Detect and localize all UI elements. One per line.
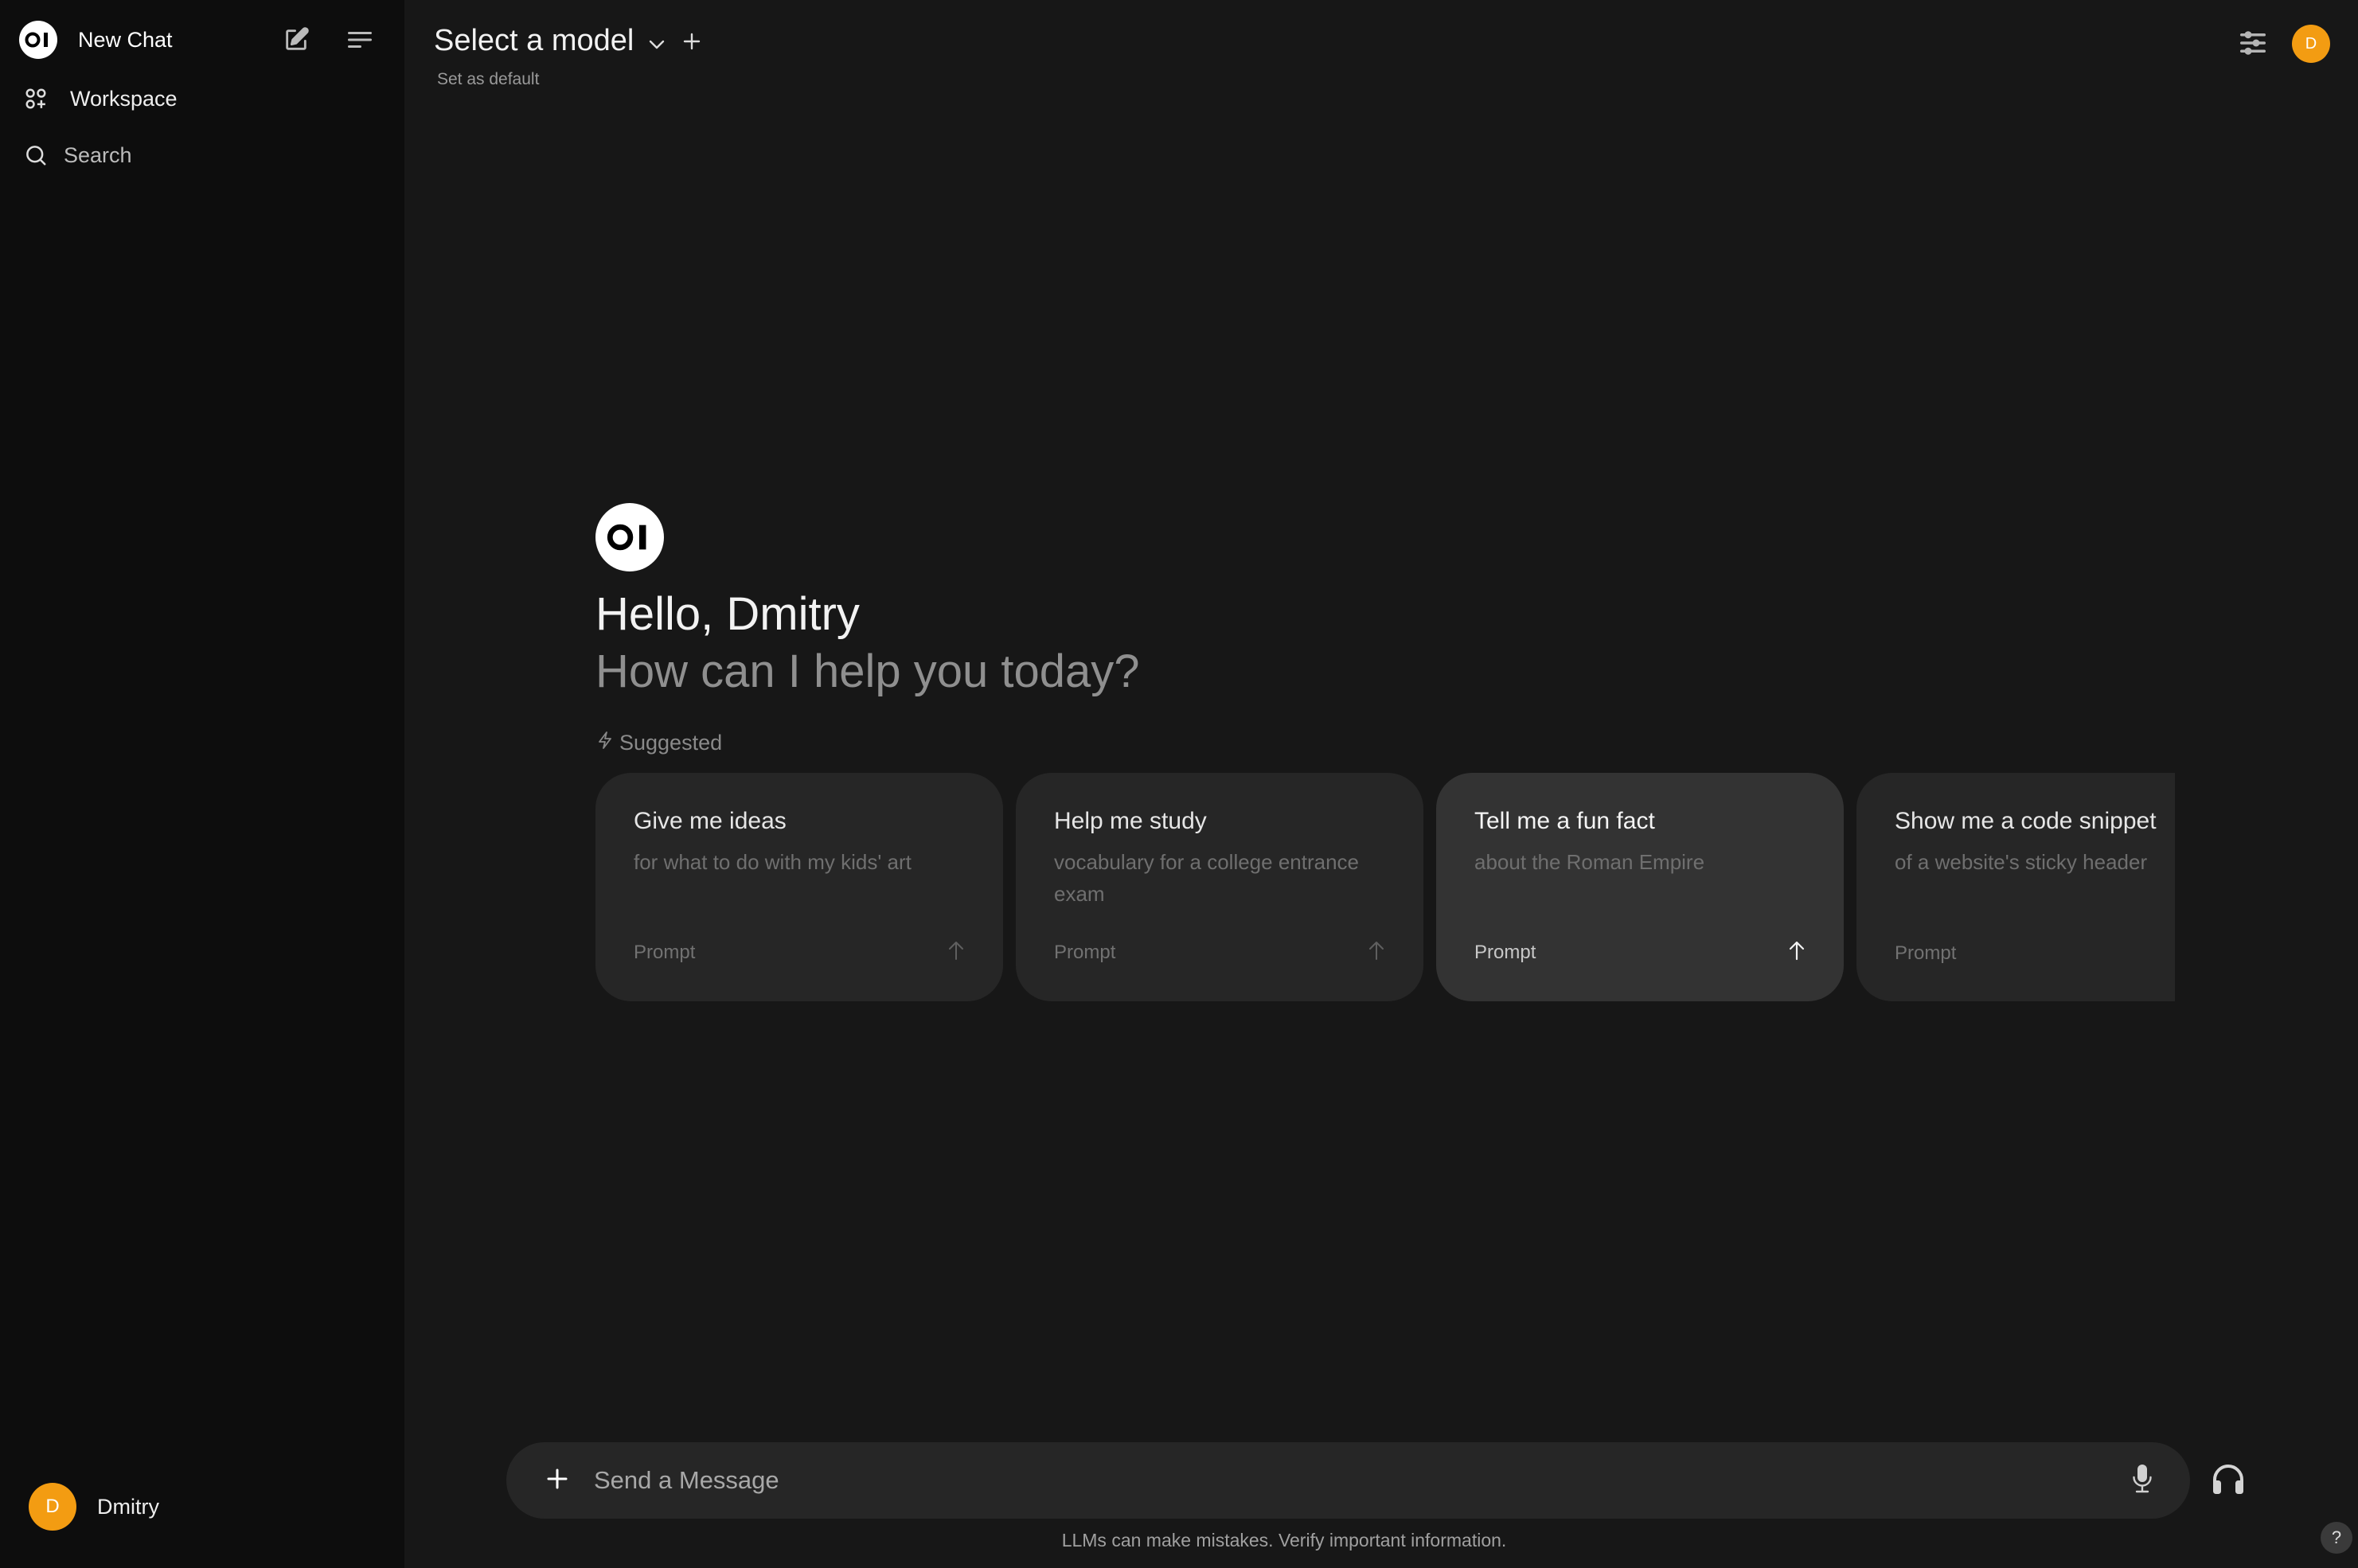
sidebar-item-label: Search bbox=[64, 142, 132, 167]
suggestion-card[interactable]: Show me a code snippet of a website's st… bbox=[1856, 773, 2175, 1001]
arrow-up-icon bbox=[1368, 940, 1385, 965]
greeting-subtitle: How can I help you today? bbox=[595, 646, 1140, 697]
message-input[interactable] bbox=[592, 1465, 2123, 1496]
attach-button[interactable] bbox=[538, 1461, 576, 1500]
new-chat-label: New Chat bbox=[78, 27, 173, 52]
new-chat-button[interactable] bbox=[279, 24, 314, 59]
suggested-heading: Suggested bbox=[597, 731, 722, 755]
voice-mode-button[interactable] bbox=[2212, 1463, 2251, 1500]
suggestion-title: Tell me a fun fact bbox=[1474, 808, 1655, 834]
suggestion-tag: Prompt bbox=[634, 941, 696, 963]
suggestion-tag: Prompt bbox=[1474, 941, 1536, 963]
sidebar-item-workspace[interactable]: Workspace bbox=[24, 83, 178, 115]
suggestion-title: Show me a code snippet bbox=[1895, 808, 2157, 834]
arrow-up-icon bbox=[1788, 940, 1806, 965]
controls-button[interactable] bbox=[2239, 29, 2267, 57]
suggestion-title: Give me ideas bbox=[634, 808, 787, 834]
add-model-button[interactable] bbox=[683, 24, 701, 58]
suggestion-card[interactable]: Help me study vocabulary for a college e… bbox=[1016, 773, 1423, 1001]
chevron-down-icon bbox=[648, 24, 666, 58]
suggestion-subtitle: vocabulary for a college entrance exam bbox=[1054, 850, 1360, 906]
model-logo bbox=[595, 503, 664, 571]
suggestion-subtitle: for what to do with my kids' art bbox=[634, 850, 912, 874]
sliders-icon bbox=[2239, 31, 2267, 60]
sidebar-item-search[interactable]: Search bbox=[24, 139, 132, 171]
user-menu-button[interactable]: D Dmitry bbox=[29, 1483, 159, 1531]
plus-icon bbox=[547, 1469, 568, 1493]
suggestion-tag: Prompt bbox=[1054, 941, 1116, 963]
bolt-icon bbox=[597, 731, 619, 755]
app-logo-icon bbox=[595, 503, 664, 571]
model-selector-label: Select a model bbox=[434, 24, 634, 57]
disclaimer-text: LLMs can make mistakes. Verify important… bbox=[1061, 1530, 1507, 1550]
suggestion-list: Give me ideas for what to do with my kid… bbox=[595, 773, 2175, 1001]
user-name: Dmitry bbox=[97, 1494, 159, 1519]
search-icon bbox=[24, 143, 49, 167]
headphones-icon bbox=[2212, 1465, 2245, 1498]
profile-avatar-button[interactable]: D bbox=[2292, 25, 2330, 63]
suggestion-subtitle: of a website's sticky header bbox=[1895, 850, 2148, 874]
app-logo-icon bbox=[19, 21, 57, 59]
set-as-default-link[interactable]: Set as default bbox=[437, 70, 539, 89]
message-composer bbox=[506, 1442, 2190, 1519]
sidebar: New Chat Workspace Search D Dmitry bbox=[0, 0, 404, 1568]
help-button[interactable]: ? bbox=[2321, 1522, 2352, 1554]
suggestion-card[interactable]: Tell me a fun fact about the Roman Empir… bbox=[1436, 773, 1844, 1001]
suggestion-card[interactable]: Give me ideas for what to do with my kid… bbox=[595, 773, 1003, 1001]
sidebar-item-label: Workspace bbox=[70, 86, 178, 111]
suggestion-subtitle: about the Roman Empire bbox=[1474, 850, 1705, 874]
suggestion-tag: Prompt bbox=[1895, 942, 1957, 964]
avatar: D bbox=[29, 1483, 76, 1531]
arrow-up-icon bbox=[947, 940, 965, 965]
suggestion-title: Help me study bbox=[1054, 808, 1207, 834]
model-selector[interactable]: Select a model bbox=[434, 24, 701, 58]
new-chat-link[interactable]: New Chat bbox=[19, 21, 173, 59]
edit-icon bbox=[283, 26, 310, 57]
workspace-icon bbox=[24, 87, 49, 111]
greeting-title: Hello, Dmitry bbox=[595, 588, 860, 640]
menu-icon bbox=[346, 29, 373, 54]
suggested-label: Suggested bbox=[619, 731, 723, 755]
toggle-sidebar-button[interactable] bbox=[342, 24, 377, 59]
microphone-icon bbox=[2132, 1464, 2153, 1498]
voice-input-button[interactable] bbox=[2123, 1461, 2161, 1500]
